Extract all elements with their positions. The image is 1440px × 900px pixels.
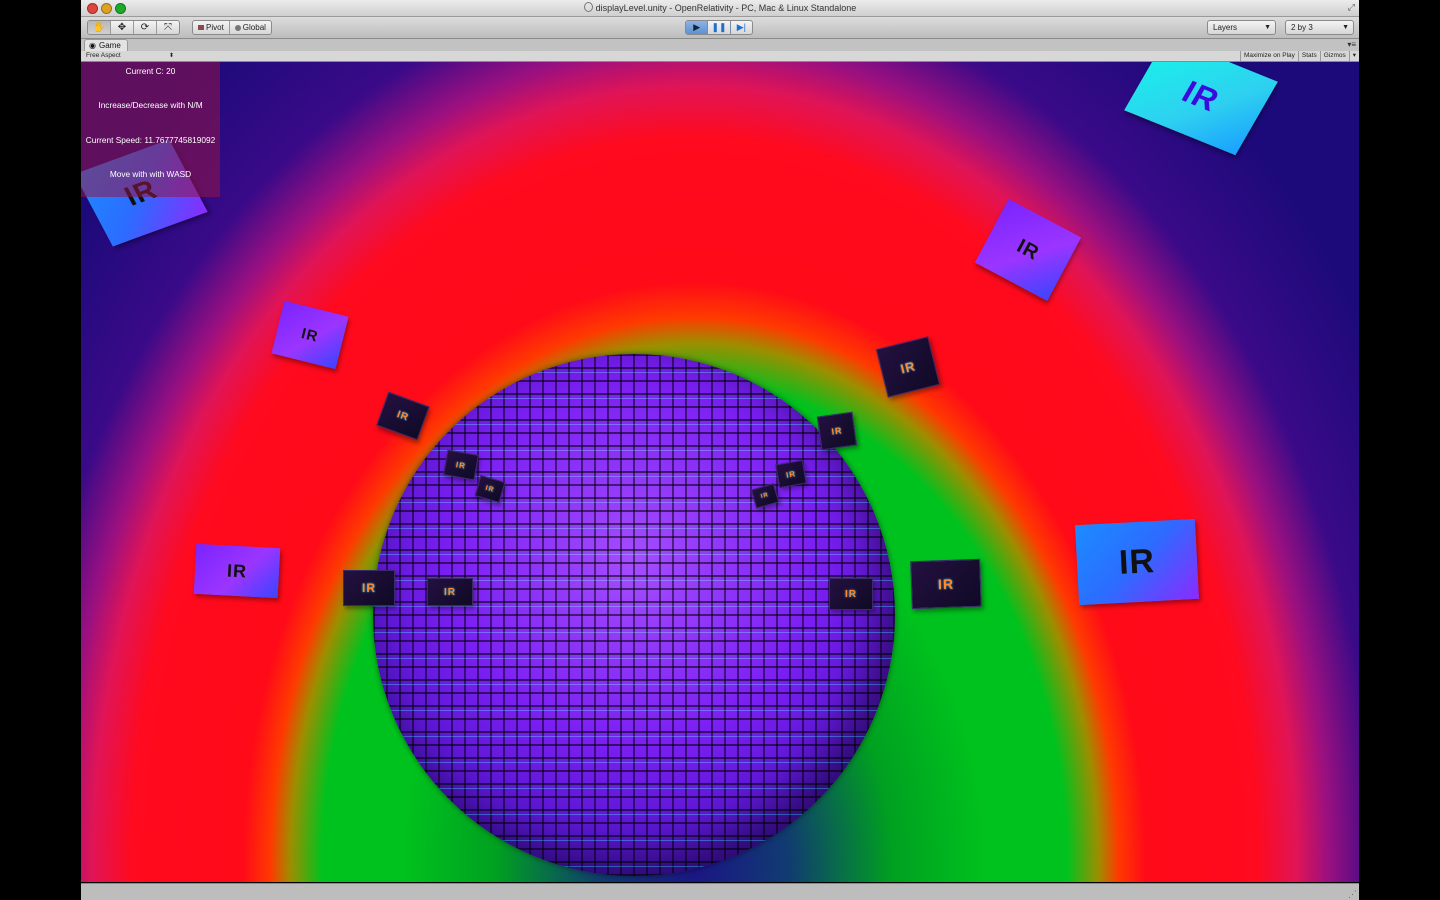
hud-panel: Current C: 20 Increase/Decrease with N/M… [81, 62, 220, 197]
layers-dropdown[interactable]: Layers ▼ [1207, 20, 1276, 35]
global-button[interactable]: Global [230, 21, 271, 34]
step-button[interactable]: ▶| [731, 21, 752, 34]
scene-cube: IR [974, 198, 1082, 302]
scale-tool-icon[interactable]: ⤧ [157, 21, 179, 34]
resize-grip-icon[interactable]: ⋰ [1348, 889, 1357, 900]
transform-tools: ✋ ✥ ⟳ ⤧ [87, 20, 180, 35]
chevron-down-icon: ▼ [1342, 24, 1349, 31]
scene-cube: IR [875, 336, 941, 398]
status-bar: ⋰ [81, 883, 1359, 900]
scene-cube: IR [1074, 518, 1200, 606]
gizmos-dropdown-icon[interactable]: ▾ [1348, 51, 1359, 61]
aspect-dropdown[interactable]: Free Aspect ⬍ [86, 51, 174, 61]
hand-tool-icon[interactable]: ✋ [88, 21, 111, 34]
scene-cube: IR [193, 543, 281, 599]
scene-cube: IR [343, 570, 395, 606]
scene-cube: IR [829, 578, 873, 610]
playback-controls: ▶ ❚❚ ▶| [685, 20, 753, 35]
tab-menu-icon[interactable]: ▾≡ [1347, 39, 1356, 51]
play-button[interactable]: ▶ [686, 21, 709, 34]
pivot-button[interactable]: Pivot [193, 21, 230, 34]
controls-hint-label: Increase/Decrease with N/M [98, 100, 203, 110]
scene-cube: IR [775, 459, 807, 489]
scene-cube: IR [271, 300, 349, 370]
pivot-icon [198, 25, 204, 30]
current-c-label: Current C: 20 [125, 66, 176, 76]
window-title-text: displayLevel.unity - OpenRelativity - PC… [595, 3, 857, 13]
pivot-global-toggles: Pivot Global [192, 20, 272, 35]
maximize-on-play-toggle[interactable]: Maximize on Play [1239, 51, 1298, 61]
scene-cube: IR [816, 411, 858, 451]
current-speed-label: Current Speed: 11.7677745819092 [85, 135, 216, 145]
scene-cube: IR [427, 578, 473, 606]
global-icon [234, 25, 241, 31]
rotate-tool-icon[interactable]: ⟳ [134, 21, 157, 34]
scene-cube: IR [1124, 62, 1278, 156]
window-title: displayLevel.unity - OpenRelativity - PC… [81, 2, 1359, 13]
chevron-down-icon: ▼ [1264, 24, 1271, 31]
chevron-updown-icon: ⬍ [168, 53, 174, 59]
scene-cube: IR [376, 391, 430, 441]
unity-document-icon [583, 2, 593, 12]
textured-sphere [373, 354, 895, 876]
move-hint-label: Move with with WASD [109, 169, 192, 179]
unity-editor-window: displayLevel.unity - OpenRelativity - PC… [81, 0, 1359, 900]
move-tool-icon[interactable]: ✥ [111, 21, 134, 34]
game-viewport[interactable]: IR IR IR IR IR IR IR IR IR IR IR IR IR I… [81, 62, 1359, 882]
editor-toolbar: ✋ ✥ ⟳ ⤧ Pivot Global ▶ ❚❚ ▶| Layers ▼ 2 b… [81, 17, 1359, 39]
pause-button[interactable]: ❚❚ [708, 21, 731, 34]
layout-dropdown[interactable]: 2 by 3 ▼ [1285, 20, 1354, 35]
stats-toggle[interactable]: Stats [1297, 51, 1320, 61]
game-view-bar: Free Aspect ⬍ Maximize on Play Stats Gizm… [81, 51, 1359, 62]
game-view-options: Maximize on Play Stats Gizmos ▾ [1239, 51, 1359, 61]
title-bar: displayLevel.unity - OpenRelativity - PC… [81, 0, 1359, 17]
scene-cube: IR [910, 558, 982, 610]
gizmos-toggle[interactable]: Gizmos [1319, 51, 1349, 61]
fullscreen-icon[interactable]: ⤢ [1348, 2, 1355, 13]
scene-cube: IR [442, 449, 480, 481]
